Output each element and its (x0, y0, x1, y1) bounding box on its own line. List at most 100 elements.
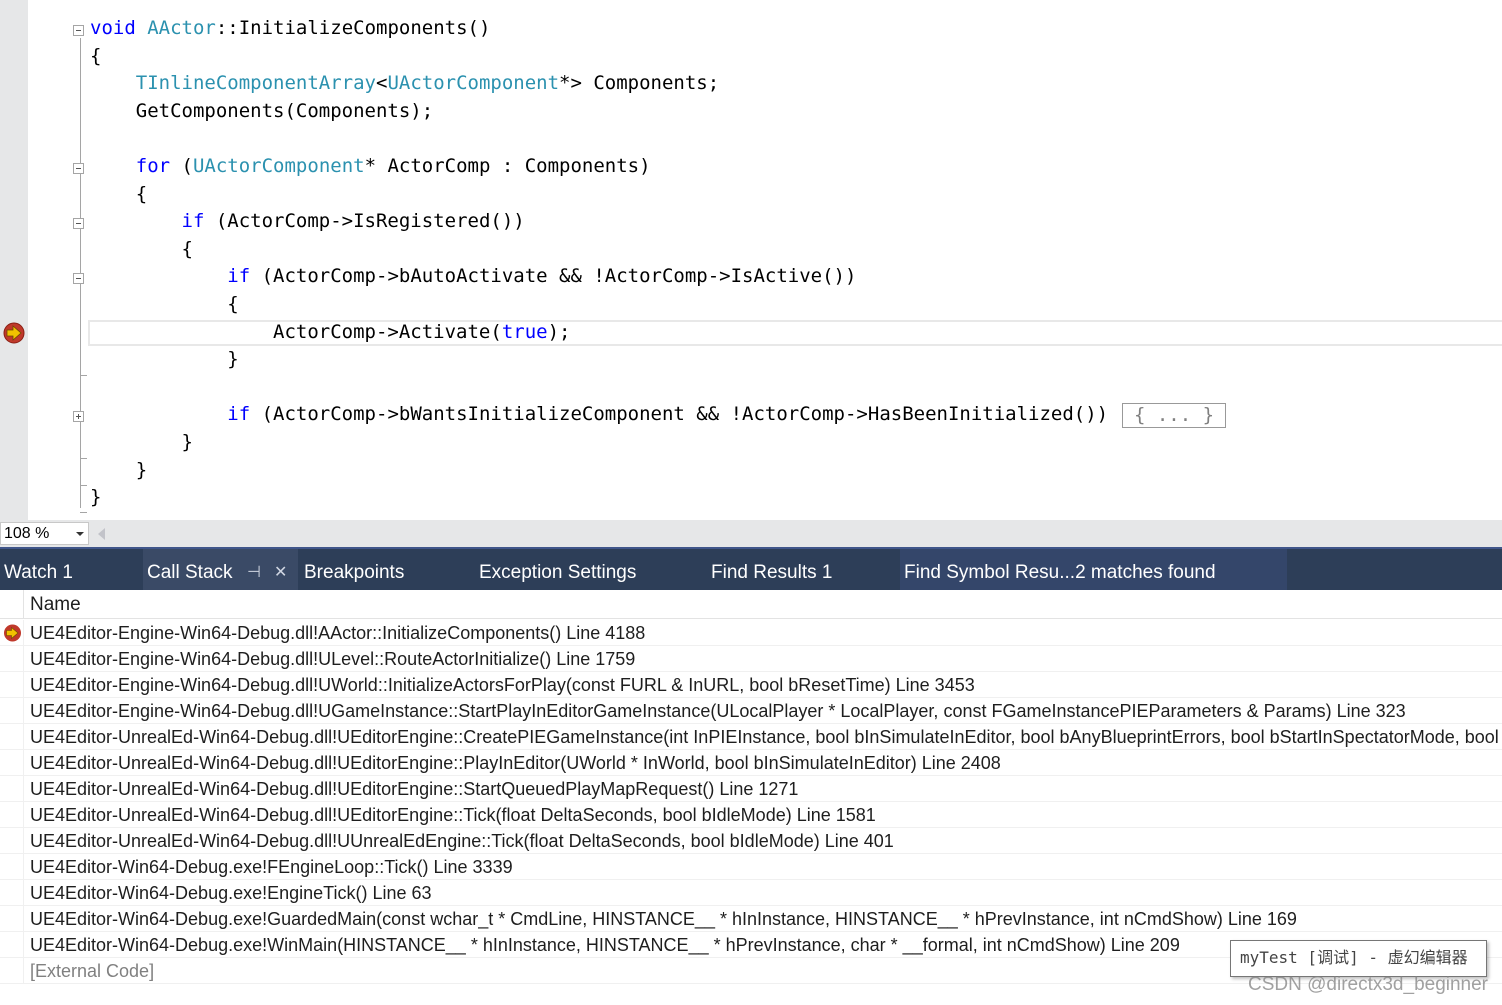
call-stack-frame-name: UE4Editor-Engine-Win64-Debug.dll!AActor:… (30, 623, 646, 643)
code-type: AActor (147, 17, 216, 39)
code-line[interactable]: { (90, 181, 147, 208)
code-keyword: void (90, 17, 136, 39)
code-keyword: for (135, 155, 171, 177)
call-stack-frame-name: UE4Editor-Win64-Debug.exe!EngineTick() L… (30, 883, 432, 903)
code-token: { (90, 183, 148, 205)
code-line[interactable]: } (90, 484, 101, 511)
call-stack-frame[interactable]: UE4Editor-UnrealEd-Win64-Debug.dll!UEdit… (0, 750, 1502, 776)
code-line[interactable]: if (ActorComp->IsRegistered()) (90, 208, 525, 235)
current-frame-arrow-icon (4, 624, 21, 642)
call-stack-frame[interactable]: UE4Editor-Engine-Win64-Debug.dll!AActor:… (0, 620, 1502, 646)
code-token: < (375, 72, 388, 94)
call-stack-frame[interactable]: UE4Editor-Engine-Win64-Debug.dll!ULevel:… (0, 646, 1502, 672)
collapsed-block[interactable]: { ... } (1122, 403, 1226, 428)
call-stack-frame-name: UE4Editor-UnrealEd-Win64-Debug.dll!UEdit… (30, 727, 1502, 747)
row-gutter (23, 958, 24, 983)
watermark: CSDN @directx3d_beginner (1248, 974, 1489, 995)
call-stack-frame[interactable]: UE4Editor-Win64-Debug.exe!EngineTick() L… (0, 880, 1502, 906)
collapse-function-toggle[interactable] (73, 25, 84, 36)
code-line[interactable]: if (ActorComp->bWantsInitializeComponent… (90, 401, 1108, 428)
code-line[interactable]: ActorComp->Activate(true); (90, 319, 570, 346)
tab-call-stack-label: Call Stack (147, 562, 233, 583)
call-stack-frame-name: UE4Editor-UnrealEd-Win64-Debug.dll!UEdit… (30, 753, 1001, 773)
call-stack-frame-name: UE4Editor-Win64-Debug.exe!GuardedMain(co… (30, 909, 1297, 929)
code-token: ( (170, 155, 193, 177)
call-stack-frame[interactable]: UE4Editor-Engine-Win64-Debug.dll!UWorld:… (0, 672, 1502, 698)
code-token: { (90, 45, 102, 67)
code-keyword: if (227, 403, 251, 425)
code-line[interactable]: for (UActorComponent* ActorComp : Compon… (90, 153, 651, 180)
code-keyword: true (501, 321, 548, 343)
call-stack-frame-name: [External Code] (30, 961, 155, 981)
call-stack-frame-name: UE4Editor-Engine-Win64-Debug.dll!ULevel:… (30, 649, 636, 669)
expand-if-initialize-toggle[interactable] (73, 411, 84, 422)
code-token: ActorComp->Activate( (90, 321, 502, 343)
call-stack-frame[interactable]: UE4Editor-UnrealEd-Win64-Debug.dll!UEdit… (0, 802, 1502, 828)
breakpoint-margin[interactable] (0, 0, 28, 520)
code-line[interactable]: } (90, 429, 193, 456)
code-line[interactable]: { (90, 43, 101, 70)
code-line[interactable]: { (90, 291, 238, 318)
outline-tick (80, 375, 87, 376)
code-token: } (90, 486, 102, 508)
code-token: ); (547, 321, 571, 343)
call-stack-frame[interactable]: UE4Editor-UnrealEd-Win64-Debug.dll!UEdit… (0, 724, 1502, 750)
code-token: ::InitializeComponents() (215, 17, 491, 39)
code-type: TInlineComponentArray (135, 72, 376, 94)
column-header-row: Name (0, 590, 1502, 619)
close-icon[interactable]: ✕ (274, 549, 287, 590)
chevron-down-icon (76, 532, 84, 536)
call-stack-frame[interactable]: UE4Editor-Win64-Debug.exe!GuardedMain(co… (0, 906, 1502, 932)
zoom-dropdown[interactable]: 108 % (0, 522, 89, 545)
code-editor[interactable]: void AActor::InitializeComponents(){ TIn… (0, 0, 1502, 520)
collapse-if-registered-toggle[interactable] (73, 218, 84, 229)
code-line[interactable]: } (90, 457, 147, 484)
code-token: (ActorComp->IsRegistered()) (204, 210, 525, 232)
outline-tick (80, 512, 87, 513)
call-stack-frame[interactable]: UE4Editor-UnrealEd-Win64-Debug.dll!UUnre… (0, 828, 1502, 854)
column-divider[interactable] (23, 590, 24, 619)
code-token: { (90, 238, 193, 260)
tab-watch-1[interactable]: Watch 1 (0, 549, 142, 590)
code-token: GetComponents(Components); (90, 100, 434, 122)
row-gutter (23, 698, 24, 723)
call-stack-frame[interactable]: UE4Editor-Engine-Win64-Debug.dll!UGameIn… (0, 698, 1502, 724)
code-token: *> Components; (559, 72, 720, 94)
call-stack-frame[interactable]: UE4Editor-UnrealEd-Win64-Debug.dll!UEdit… (0, 776, 1502, 802)
tool-window-tabs: Watch 1 Call Stack ⊣ ✕ Breakpoints Excep… (0, 547, 1502, 590)
row-gutter (23, 750, 24, 775)
code-line[interactable]: if (ActorComp->bAutoActivate && !ActorCo… (90, 263, 856, 290)
code-line[interactable]: void AActor::InitializeComponents() (90, 15, 490, 42)
row-gutter (23, 672, 24, 697)
code-token: (ActorComp->bAutoActivate && !ActorComp-… (250, 265, 857, 287)
code-keyword: if (181, 210, 205, 232)
editor-status-bar: 108 % (0, 520, 1502, 547)
call-stack-frame-name: UE4Editor-UnrealEd-Win64-Debug.dll!UEdit… (30, 779, 799, 799)
column-header-name[interactable]: Name (30, 590, 81, 619)
code-token: } (90, 348, 239, 370)
tab-breakpoints[interactable]: Breakpoints (300, 549, 404, 590)
code-type: UActorComponent (192, 155, 365, 177)
tab-find-results-1[interactable]: Find Results 1 (707, 549, 832, 590)
code-token: * ActorComp : Components) (364, 155, 651, 177)
code-line[interactable]: } (90, 346, 239, 373)
code-type: UActorComponent (387, 72, 560, 94)
collapse-if-autoactivate-toggle[interactable] (73, 273, 84, 284)
tab-exception-settings[interactable]: Exception Settings (475, 549, 636, 590)
tab-find-symbol-results[interactable]: Find Symbol Resu...2 matches found (900, 549, 1287, 590)
row-gutter (23, 620, 24, 645)
row-gutter (23, 646, 24, 671)
code-line[interactable]: TInlineComponentArray<UActorComponent*> … (90, 70, 719, 97)
scroll-left-icon[interactable] (98, 528, 105, 540)
code-line[interactable]: GetComponents(Components); (90, 98, 433, 125)
call-stack-frame[interactable]: UE4Editor-Win64-Debug.exe!FEngineLoop::T… (0, 854, 1502, 880)
code-line[interactable]: { (90, 236, 193, 263)
pin-icon[interactable]: ⊣ (247, 549, 261, 590)
collapse-for-toggle[interactable] (73, 163, 84, 174)
current-statement-arrow-icon (3, 322, 25, 344)
